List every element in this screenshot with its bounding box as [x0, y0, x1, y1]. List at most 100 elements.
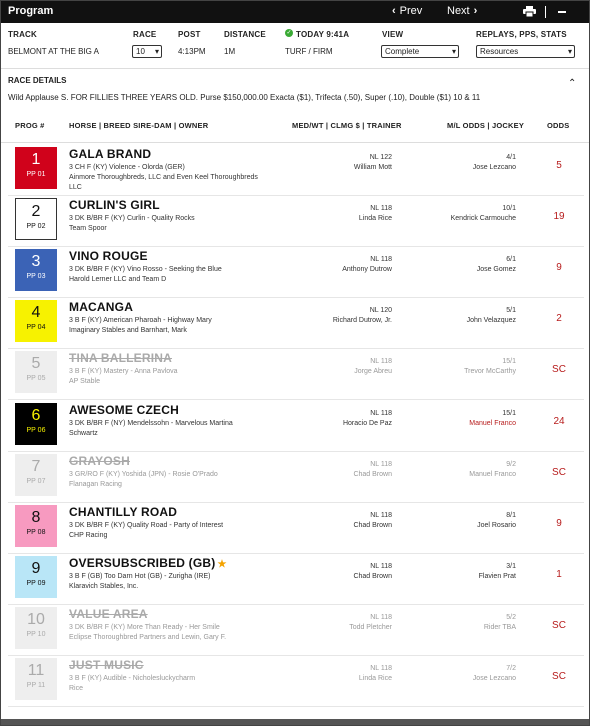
trainer: Anthony Dutrow [342, 266, 392, 274]
program-number: 6 [31, 406, 41, 424]
race-label: RACE [133, 30, 157, 39]
post-position: PP 07 [26, 477, 46, 485]
entry-row[interactable]: 7 PP 07 GRAYOSH 3 GR/RO F (KY) Yoshida (JPN… [8, 452, 584, 503]
post-position: PP 05 [26, 375, 46, 383]
star-icon: ★ [217, 558, 227, 570]
horse-name[interactable]: TINA BALLERINA [69, 351, 172, 365]
breed-owner: 3 DK B/BR F (KY) Quality Road - Party of… [69, 521, 269, 541]
titlebar-separator [545, 6, 546, 18]
resources-select[interactable]: Resources ▾ [476, 45, 575, 58]
breed-owner: 3 B F (KY) Audible - Nicholesluckycharm R… [69, 674, 269, 694]
entry-row[interactable]: 4 PP 04 MACANGA 3 B F (KY) American Pharoah… [8, 298, 584, 350]
view-label: VIEW [382, 30, 404, 39]
med-weight: NL 122 [369, 154, 392, 161]
morning-line-odds: 6/1 [506, 256, 516, 264]
horse-name-text: MACANGA [69, 300, 134, 315]
next-button[interactable]: Next › [447, 5, 477, 17]
med-weight: NL 118 [370, 562, 392, 570]
entry-row[interactable]: 1 PP 01 GALA BRAND 3 CH F (KY) Violence - O… [8, 145, 584, 196]
breed-sire-dam: 3 B F (GB) Too Darn Hot (GB) - Zurigha (… [69, 572, 211, 580]
horse-name[interactable]: JUST MUSIC [69, 658, 144, 672]
chevron-down-icon: ▾ [154, 47, 159, 56]
live-odds: 24 [553, 415, 565, 427]
program-number-badge: 11 PP 11 [15, 658, 57, 700]
trainer: Horacio De Paz [342, 419, 392, 427]
horizontal-scrollbar[interactable] [1, 719, 589, 725]
horse-name[interactable]: VINO ROUGE [69, 249, 148, 263]
live-odds: 2 [556, 313, 562, 325]
print-icon[interactable] [523, 6, 536, 17]
titlebar: Program ‹ Prev Next › [1, 1, 589, 23]
trainer: William Mott [353, 164, 392, 171]
header-odds: ODDS [547, 121, 570, 130]
horse-name-text: JUST MUSIC [69, 658, 144, 672]
entry-row[interactable]: 3 PP 03 VINO ROUGE 3 DK B/BR F (KY) Vino Ro… [8, 247, 584, 299]
morning-line-odds: 4/1 [506, 154, 516, 161]
trainer: Linda Rice [358, 675, 392, 682]
chevron-left-icon: ‹ [392, 5, 396, 17]
breed-sire-dam: 3 B F (KY) Mastery - Anna Pavlova [69, 368, 178, 376]
trainer: Linda Rice [358, 215, 392, 223]
breed-owner: 3 B F (GB) Too Darn Hot (GB) - Zurigha (… [69, 572, 269, 592]
program-number-badge: 1 PP 01 [15, 147, 57, 189]
view-select[interactable]: Complete ▾ [381, 45, 459, 58]
breed-sire-dam: 3 B F (KY) American Pharoah - Highway Ma… [69, 317, 212, 325]
program-number-badge: 5 PP 05 [15, 351, 57, 394]
horse-name[interactable]: OVERSUBSCRIBED (GB) ★ [69, 556, 227, 570]
prev-button[interactable]: ‹ Prev [392, 5, 422, 17]
entry-row[interactable]: 6 PP 06 AWESOME CZECH 3 DK B/BR F (NY) Mend… [8, 401, 584, 452]
horse-name[interactable]: MACANGA [69, 300, 133, 314]
breed-owner: 3 DK B/BR F (KY) More Than Ready - Her S… [69, 623, 269, 643]
program-number-badge: 8 PP 08 [15, 504, 57, 547]
owner: Harold Lerner LLC and Team D [69, 276, 167, 284]
post-position: PP 02 [26, 223, 46, 231]
post-position: PP 03 [26, 273, 46, 281]
breed-sire-dam: 3 DK B/BR F (NY) Mendelssohn - Marvelous… [69, 419, 233, 427]
horse-name[interactable]: VALUE AREA [69, 607, 148, 621]
entry-row[interactable]: 2 PP 02 CURLIN'S GIRL 3 DK B/BR F (KY) Curl… [8, 196, 584, 248]
morning-line-odds: 15/1 [502, 358, 516, 366]
surface-value: TURF / FIRM [285, 47, 333, 56]
track-value: BELMONT AT THE BIG A [8, 47, 99, 56]
post-position: PP 01 [26, 171, 46, 178]
horse-name[interactable]: GRAYOSH [69, 454, 130, 468]
entry-row[interactable]: 5 PP 05 TINA BALLERINA 3 B F (KY) Mastery -… [8, 349, 584, 401]
trainer: Chad Brown [353, 470, 392, 478]
minimize-icon[interactable] [558, 11, 566, 13]
live-odds: SC [552, 671, 566, 682]
breed-owner: 3 DK B/BR F (KY) Curlin - Quality Rocks T… [69, 214, 269, 234]
morning-line-odds: 3/1 [506, 562, 516, 570]
entry-row[interactable]: 10 PP 10 VALUE AREA 3 DK B/BR F (KY) More T… [8, 605, 584, 656]
breed-sire-dam: 3 DK B/BR F (KY) Vino Rosso - Seeking th… [69, 266, 222, 274]
horse-name[interactable]: CURLIN'S GIRL [69, 198, 160, 212]
race-details-label: RACE DETAILS [8, 76, 67, 85]
med-weight: NL 118 [370, 460, 392, 468]
track-label: TRACK [8, 30, 37, 39]
horse-name[interactable]: CHANTILLY ROAD [69, 505, 177, 519]
live-odds: 1 [556, 568, 562, 580]
breed-sire-dam: 3 GR/RO F (KY) Yoshida (JPN) - Rosie O'P… [69, 470, 218, 478]
horse-name-text: CURLIN'S GIRL [69, 198, 160, 213]
program-number-badge: 7 PP 07 [15, 453, 57, 496]
horse-name-text: CHANTILLY ROAD [69, 504, 178, 519]
trainer: Jorge Abreu [354, 368, 392, 376]
jockey: Jose Lezcano [472, 164, 516, 171]
post-label: POST [178, 30, 201, 39]
chevron-up-icon[interactable]: ⌃ [568, 78, 576, 89]
morning-line-odds: 7/2 [506, 665, 516, 672]
horse-name-text: VALUE AREA [69, 606, 148, 621]
divider [1, 68, 589, 69]
morning-line-odds: 8/1 [506, 511, 516, 519]
jockey: Joel Rosario [477, 521, 516, 529]
entry-row[interactable]: 9 PP 09 OVERSUBSCRIBED (GB) ★ 3 B F (GB) Too… [8, 554, 584, 605]
horse-name[interactable]: AWESOME CZECH [69, 403, 179, 417]
race-select[interactable]: 10 ▾ [132, 45, 162, 58]
breed-owner: 3 B F (KY) Mastery - Anna Pavlova AP Stab… [69, 367, 269, 387]
entry-row[interactable]: 8 PP 08 CHANTILLY ROAD 3 DK B/BR F (KY) Qua… [8, 503, 584, 554]
live-odds: SC [552, 364, 566, 376]
view-select-value: Complete [385, 47, 420, 56]
breed-sire-dam: 3 DK B/BR F (KY) Quality Road - Party of… [69, 521, 224, 529]
jockey: Kendrick Carmouche [450, 215, 516, 223]
horse-name[interactable]: GALA BRAND [69, 147, 151, 161]
entry-row[interactable]: 11 PP 11 JUST MUSIC 3 B F (KY) Audible - Ni… [8, 656, 584, 707]
